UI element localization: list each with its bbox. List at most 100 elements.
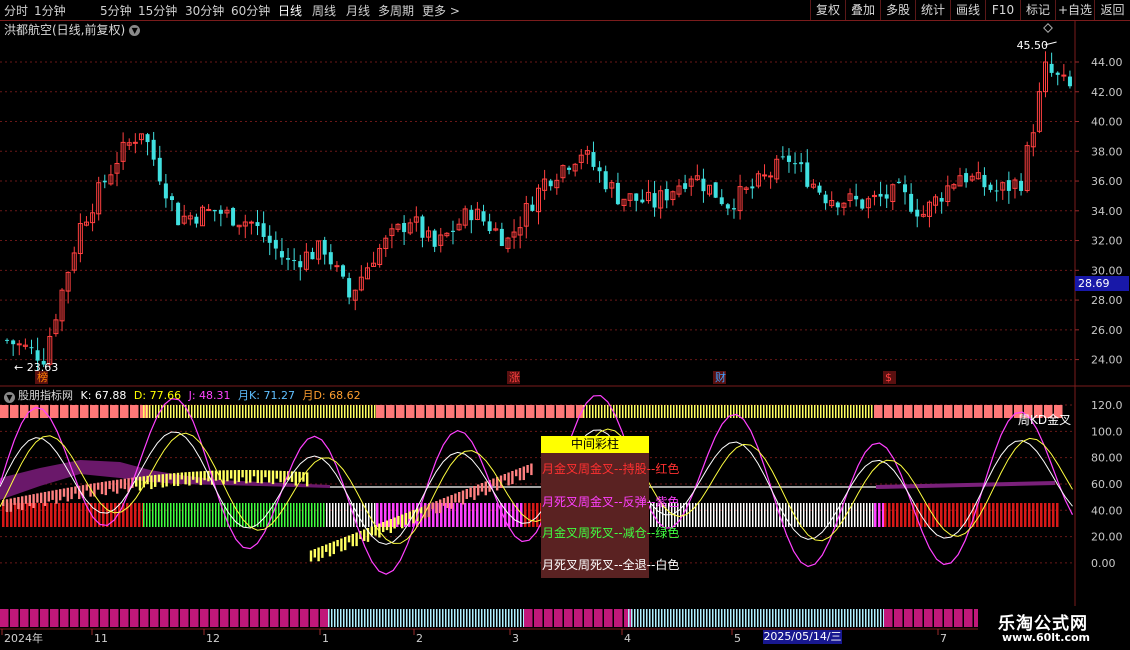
band-cell — [480, 503, 483, 527]
band-cell — [718, 609, 720, 627]
band-cell — [167, 503, 169, 527]
band-cell — [236, 405, 238, 418]
band-cell — [386, 405, 395, 418]
stats-button[interactable]: 统计 — [915, 0, 950, 20]
band-cell — [406, 405, 415, 418]
band-cell — [799, 609, 801, 627]
band-cell — [30, 405, 39, 418]
band-cell — [785, 503, 787, 527]
band-cell — [736, 405, 738, 418]
band-cell — [850, 609, 852, 627]
candle-body — [982, 174, 987, 188]
band-cell — [152, 503, 154, 527]
trend-bar — [5, 499, 9, 512]
tab-60min[interactable]: 60分钟 — [231, 2, 270, 19]
band-cell — [173, 405, 175, 418]
trend-bar — [317, 547, 320, 562]
band-cell — [888, 503, 891, 527]
band-cell — [248, 503, 250, 527]
watermark-url: www.60lt.com — [1002, 631, 1091, 644]
indicator-title[interactable]: ▼ 股朋指标网 K: 67.88 D: 77.66 J: 48.31 月K: 71… — [4, 387, 361, 403]
back-button[interactable]: 返回 — [1094, 0, 1130, 20]
band-cell — [781, 405, 783, 418]
tab-monthly[interactable]: 月线 — [346, 2, 370, 19]
f10-button[interactable]: F10 — [985, 0, 1020, 20]
band-cell — [120, 609, 129, 627]
band-cell — [948, 503, 951, 527]
tab-30min[interactable]: 30分钟 — [185, 2, 224, 19]
band-cell — [212, 503, 214, 527]
band-cell — [54, 503, 57, 527]
band-cell — [748, 405, 750, 418]
candle-body — [1061, 74, 1067, 77]
trend-bar — [192, 471, 195, 480]
band-cell — [673, 405, 675, 418]
band-cell — [209, 503, 211, 527]
stock-title[interactable]: 洪都航空(日线,前复权) ▼ — [4, 21, 141, 38]
band-cell — [311, 405, 313, 418]
band-cell — [46, 503, 49, 527]
add-watchlist-button[interactable]: +自选 — [1055, 0, 1094, 20]
mark-button[interactable]: 标记 — [1020, 0, 1055, 20]
trend-bar — [161, 474, 164, 488]
band-cell — [362, 405, 364, 418]
band-cell — [1032, 503, 1035, 527]
band-cell — [120, 405, 129, 418]
band-cell — [38, 503, 41, 527]
band-cell — [760, 609, 762, 627]
band-cell — [940, 503, 943, 527]
band-cell — [749, 503, 751, 527]
band-cell — [520, 609, 522, 627]
band-cell — [742, 609, 744, 627]
band-cell — [343, 609, 345, 627]
band-cell — [2, 503, 5, 527]
fuquan-button[interactable]: 复权 — [810, 0, 845, 20]
band-cell — [344, 503, 346, 527]
tab-5min[interactable]: 5分钟 — [100, 2, 132, 19]
band-cell — [733, 609, 735, 627]
chevron-down-icon[interactable]: ▼ — [4, 392, 15, 403]
overlay-button[interactable]: 叠加 — [845, 0, 880, 20]
band-cell — [742, 405, 744, 418]
tab-1min[interactable]: 1分钟 — [34, 2, 66, 19]
draw-line-button[interactable]: 画线 — [950, 0, 985, 20]
band-cell — [1020, 503, 1023, 527]
band-cell — [42, 503, 45, 527]
band-cell — [444, 503, 447, 527]
band-cell — [824, 503, 826, 527]
candle-body — [1019, 180, 1024, 191]
date-label: 12 — [206, 632, 220, 645]
band-cell — [722, 503, 724, 527]
date-label: 5 — [734, 632, 741, 645]
chevron-down-icon[interactable]: ▼ — [129, 25, 141, 36]
trend-bar — [230, 470, 233, 479]
band-cell — [564, 609, 573, 627]
band-cell — [270, 609, 279, 627]
tab-15min[interactable]: 15分钟 — [138, 2, 177, 19]
date-label: 2 — [416, 632, 423, 645]
band-cell — [676, 405, 678, 418]
candle-body — [102, 180, 107, 183]
band-cell — [347, 405, 349, 418]
band-cell — [361, 609, 363, 627]
trend-bar — [21, 496, 24, 510]
band-cell — [914, 405, 923, 418]
band-cell — [250, 609, 259, 627]
tab-weekly[interactable]: 周线 — [312, 2, 336, 19]
tab-multi-period[interactable]: 多周期 — [378, 2, 414, 19]
band-cell — [704, 503, 706, 527]
band-cell — [242, 503, 244, 527]
tab-daily[interactable]: 日线 — [278, 2, 302, 19]
band-cell — [534, 609, 543, 627]
band-cell — [763, 405, 765, 418]
tab-more[interactable]: 更多 > — [422, 2, 460, 19]
band-cell — [100, 609, 109, 627]
band-cell — [934, 609, 943, 627]
band-cell — [406, 609, 408, 627]
band-cell — [90, 405, 99, 418]
multi-stock-button[interactable]: 多股 — [880, 0, 915, 20]
band-cell — [745, 405, 747, 418]
candle-body — [799, 162, 804, 165]
tab-fenshi[interactable]: 分时 — [4, 2, 28, 19]
candle-body — [786, 155, 791, 162]
